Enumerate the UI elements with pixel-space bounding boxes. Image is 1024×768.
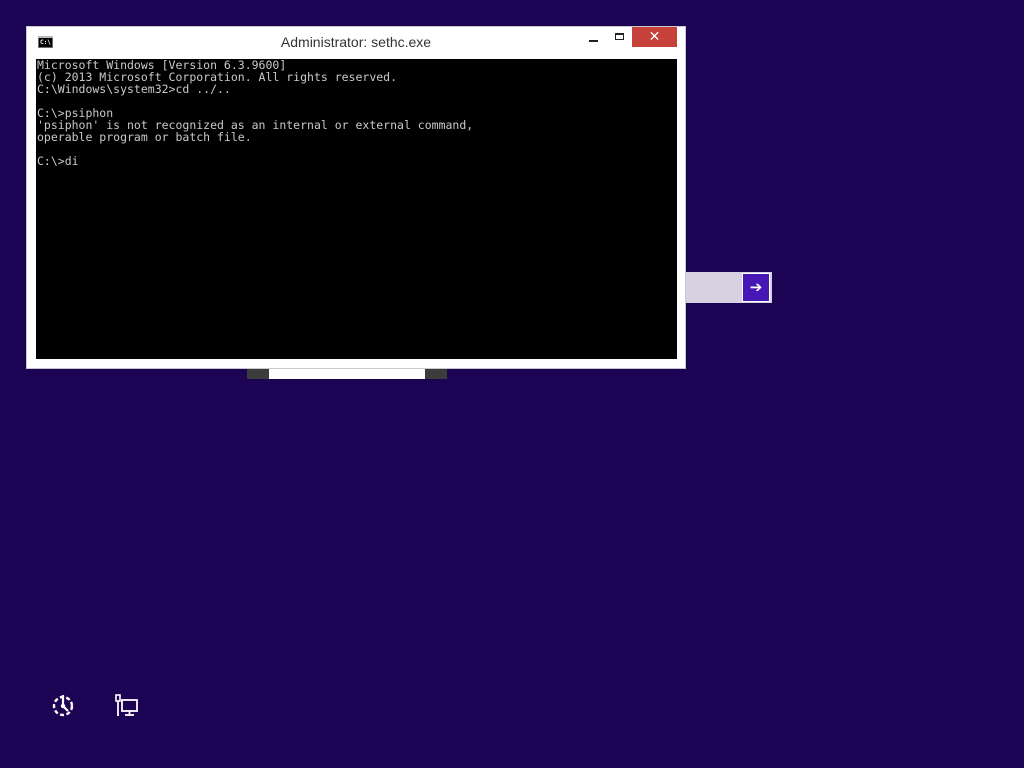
scroll-left-cap[interactable] [247, 369, 269, 379]
window-titlebar[interactable]: C:\ Administrator: sethc.exe ✕ [27, 27, 685, 58]
scroll-right-cap[interactable] [425, 369, 447, 379]
console-line: C:\Windows\system32>cd ../.. [37, 82, 231, 96]
close-icon: ✕ [648, 29, 661, 45]
ease-of-access-icon[interactable] [49, 692, 77, 720]
ease-of-access-icon-graphic [52, 695, 74, 717]
minimize-button[interactable] [581, 27, 607, 47]
maximize-icon [615, 33, 624, 40]
network-icon[interactable] [113, 692, 141, 720]
horizontal-scrollbar[interactable] [247, 369, 447, 379]
console-line [37, 143, 677, 155]
submit-arrow-button[interactable]: ➔ [742, 273, 770, 302]
console-line [37, 95, 677, 107]
command-prompt-window[interactable]: C:\ Administrator: sethc.exe ✕ Microsoft… [26, 26, 686, 369]
console-line: operable program or batch file. [37, 130, 252, 144]
console-output[interactable]: Microsoft Windows [Version 6.3.9600] (c)… [36, 59, 677, 359]
minimize-icon [589, 40, 598, 42]
maximize-button[interactable] [607, 27, 633, 47]
console-prompt-line[interactable]: C:\>di [37, 155, 677, 167]
network-icon-graphic [115, 694, 138, 716]
close-button[interactable]: ✕ [632, 27, 677, 47]
